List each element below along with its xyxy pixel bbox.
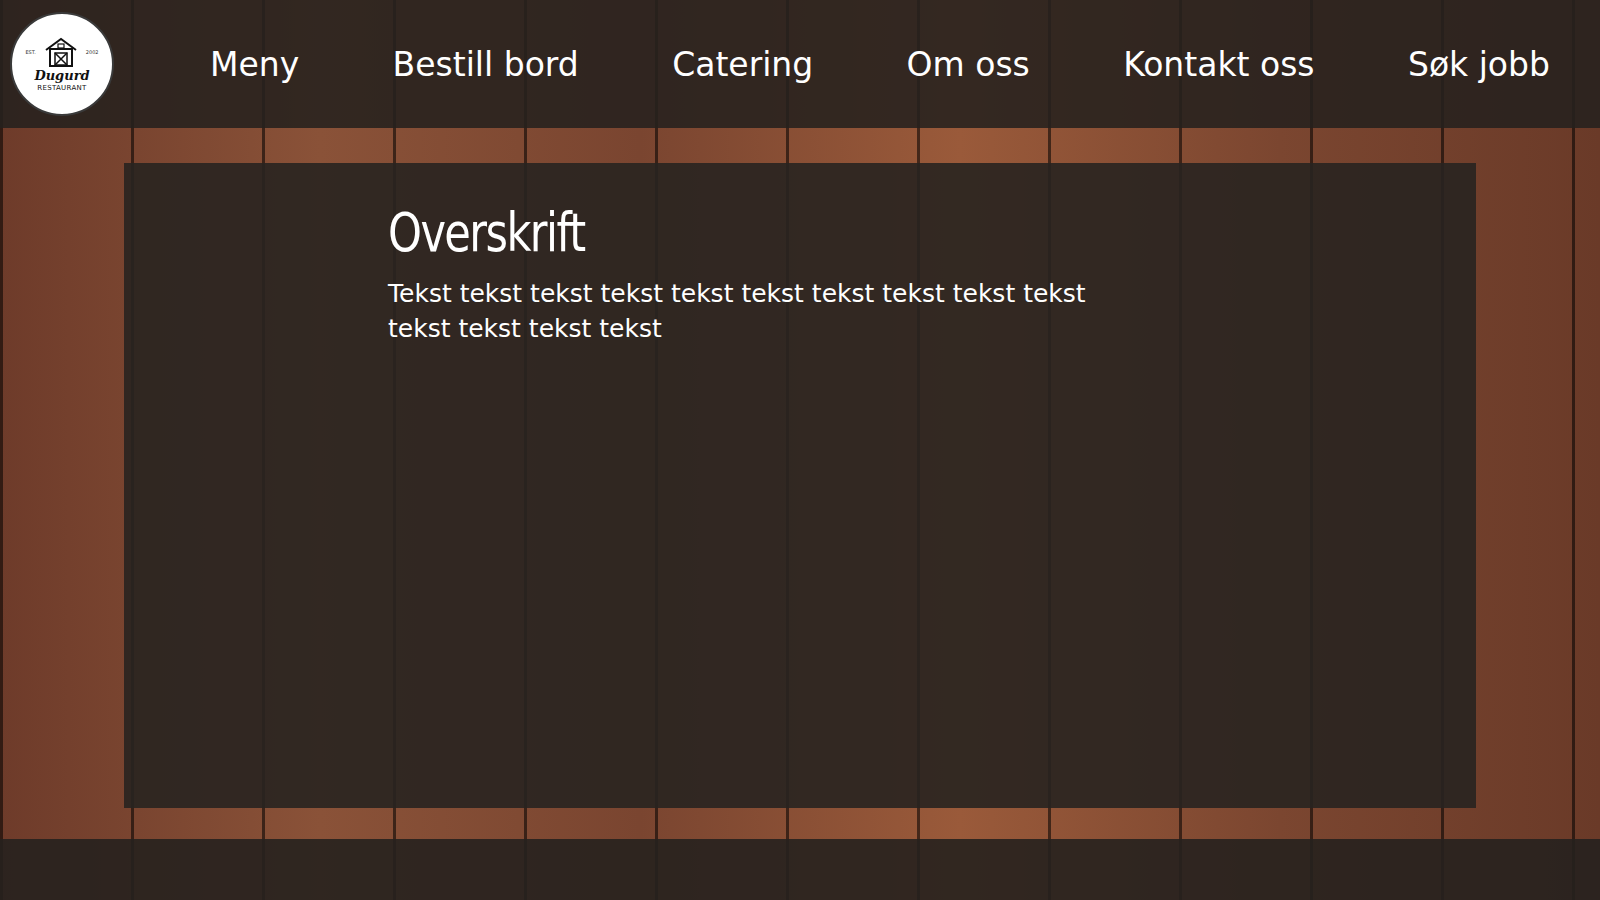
logo-row: EST. 2002 <box>25 36 98 68</box>
logo-subtitle: RESTAURANT <box>37 84 86 92</box>
footer <box>0 839 1600 900</box>
content-panel: Overskrift Tekst tekst tekst tekst tekst … <box>124 163 1476 808</box>
nav-item[interactable]: Om oss <box>907 45 1030 84</box>
nav-item[interactable]: Meny <box>210 45 299 84</box>
header: EST. 2002 DugurdRESTAURANT Meny Bestill bord… <box>0 0 1600 128</box>
barn-icon <box>42 36 80 68</box>
logo-year: 2002 <box>86 49 99 55</box>
nav-item[interactable]: Kontakt oss <box>1123 45 1314 84</box>
logo[interactable]: EST. 2002 DugurdRESTAURANT <box>10 12 114 116</box>
body-text: Tekst tekst tekst tekst tekst tekst teks… <box>388 276 1148 346</box>
nav-item[interactable]: Bestill bord <box>393 45 579 84</box>
heading: Overskrift <box>388 201 1258 264</box>
nav: Meny Bestill bord Catering Om oss Kontakt os… <box>114 45 1550 84</box>
main: Overskrift Tekst tekst tekst tekst tekst … <box>0 128 1600 839</box>
logo-est: EST. <box>25 49 35 55</box>
page: EST. 2002 DugurdRESTAURANT Meny Bestill bord… <box>0 0 1600 900</box>
nav-item[interactable]: Catering <box>672 45 813 84</box>
nav-item[interactable]: Søk jobb <box>1408 45 1550 84</box>
logo-name: Dugurd <box>34 68 89 84</box>
